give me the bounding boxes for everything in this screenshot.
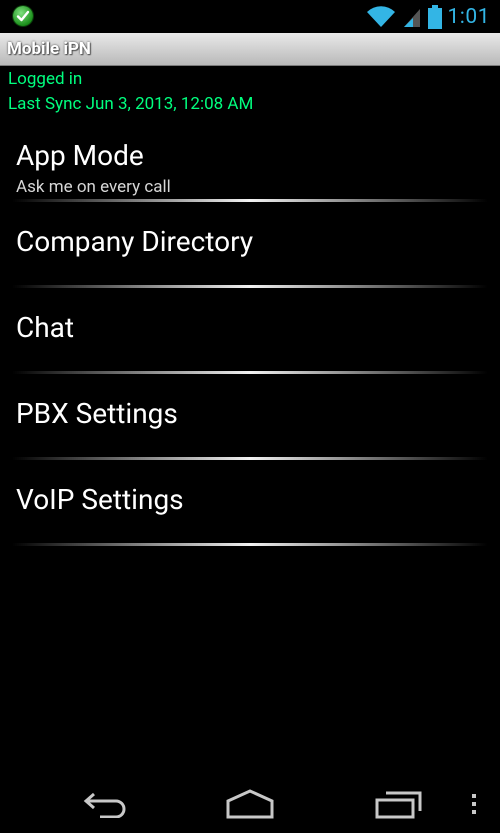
overflow-menu-button[interactable] (466, 787, 482, 821)
menu-item-label: Company Directory (16, 225, 254, 258)
menu-item-sublabel: Ask me on every call (16, 177, 171, 197)
navigation-bar (0, 773, 500, 833)
menu-item-app-mode[interactable]: App Mode Ask me on every call (0, 115, 500, 202)
back-icon (83, 792, 126, 818)
menu-item-voip-settings[interactable]: VoIP Settings (0, 459, 500, 546)
home-button[interactable] (224, 787, 276, 821)
login-status: Logged in (8, 69, 83, 89)
sync-status: Logged in Last Sync Jun 3, 2013, 12:08 A… (8, 67, 253, 117)
menu-item-label: App Mode (16, 139, 144, 172)
divider (12, 543, 488, 546)
home-icon (226, 789, 274, 819)
menu-item-label: Chat (16, 311, 75, 344)
title-bar: Mobile iPN (0, 33, 500, 66)
app-title: Mobile iPN (7, 39, 91, 59)
status-bar: 1:01 (0, 0, 500, 33)
status-icons: 1:01 (366, 4, 491, 30)
battery-icon (427, 5, 442, 29)
recent-apps-button[interactable] (372, 787, 424, 821)
last-sync-status: Last Sync Jun 3, 2013, 12:08 AM (8, 94, 254, 114)
wifi-icon (366, 6, 395, 27)
check-notification-icon (13, 6, 33, 26)
menu-item-label: PBX Settings (16, 397, 178, 430)
clock-time: 1:01 (447, 5, 490, 29)
settings-menu: App Mode Ask me on every call Company Di… (0, 115, 500, 546)
menu-item-chat[interactable]: Chat (0, 287, 500, 374)
back-button[interactable] (80, 787, 130, 821)
signal-icon (403, 9, 420, 27)
menu-item-company-directory[interactable]: Company Directory (0, 201, 500, 288)
menu-item-pbx-settings[interactable]: PBX Settings (0, 373, 500, 460)
recent-apps-icon (375, 791, 422, 819)
menu-item-label: VoIP Settings (16, 483, 184, 516)
overflow-menu-icon (472, 794, 476, 814)
